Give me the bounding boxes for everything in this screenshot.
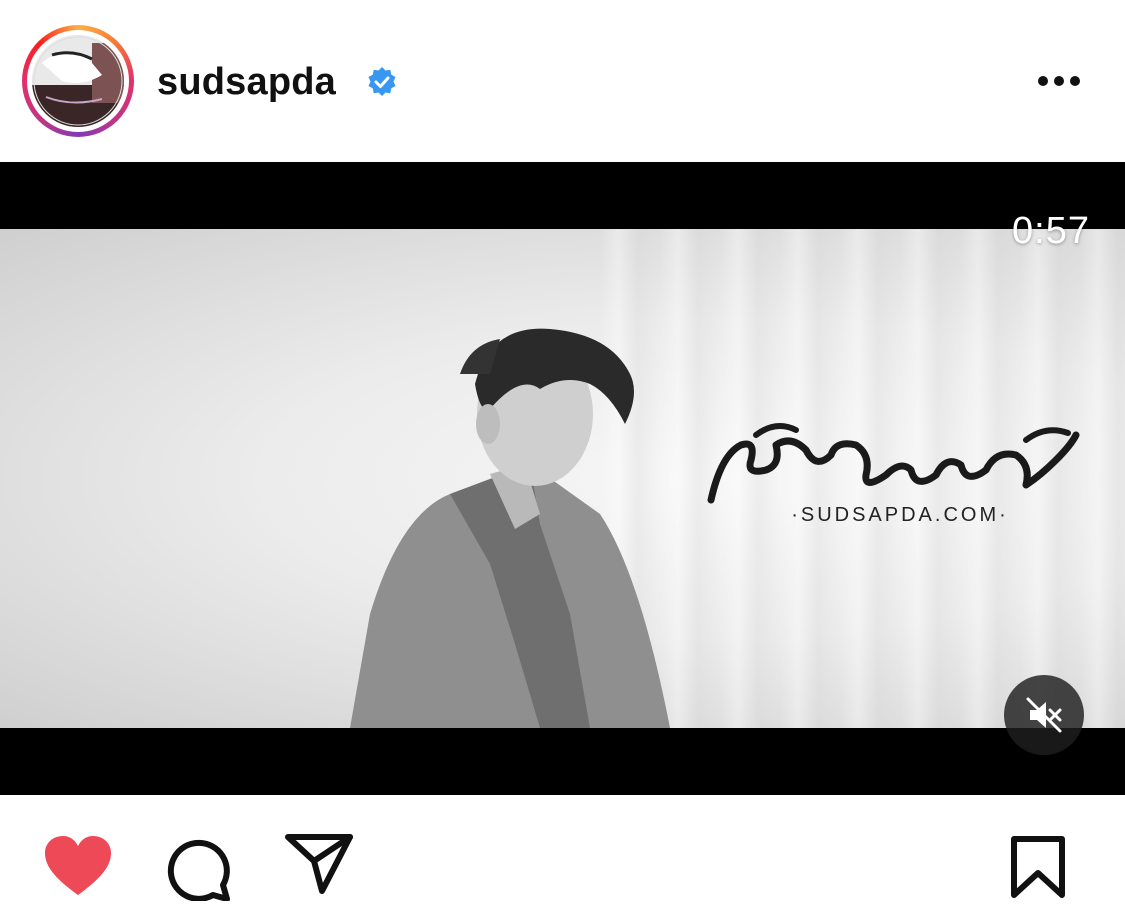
username[interactable]: sudsapda bbox=[157, 58, 336, 106]
heart-filled-icon[interactable] bbox=[43, 835, 113, 897]
bookmark-icon[interactable] bbox=[1010, 835, 1066, 899]
comment-icon[interactable] bbox=[165, 835, 233, 901]
video-duration: 0:57 bbox=[1012, 210, 1090, 252]
avatar-picture bbox=[32, 35, 124, 127]
person-figure bbox=[350, 328, 670, 728]
verified-badge-icon bbox=[368, 67, 396, 96]
mute-toggle-button[interactable] bbox=[1004, 675, 1084, 755]
post-header: sudsapda bbox=[0, 0, 1125, 162]
video-player[interactable]: ·SUDSAPDA.COM· 0:57 bbox=[0, 162, 1125, 795]
post-actions bbox=[0, 795, 1125, 923]
avatar-border bbox=[27, 30, 129, 132]
story-ring[interactable] bbox=[22, 25, 134, 137]
sudsapda-logo-url: ·SUDSAPDA.COM· bbox=[791, 504, 1009, 526]
more-horizontal-icon[interactable] bbox=[1034, 66, 1084, 96]
sudsapda-logo-script bbox=[707, 423, 1080, 504]
speaker-muted-icon bbox=[1026, 697, 1062, 733]
avatar[interactable] bbox=[32, 35, 124, 127]
video-frame: ·SUDSAPDA.COM· bbox=[0, 229, 1125, 728]
send-icon[interactable] bbox=[284, 833, 354, 895]
